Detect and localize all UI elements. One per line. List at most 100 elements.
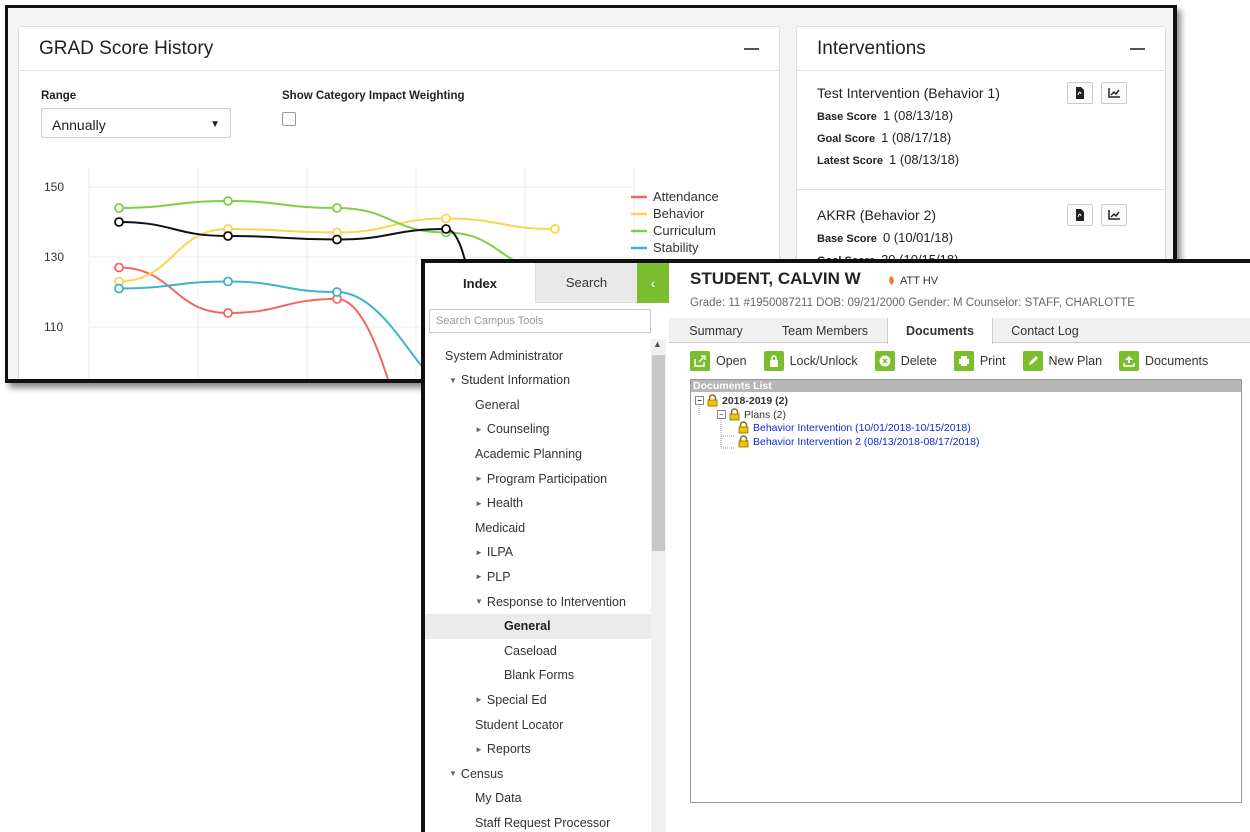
chevron-down-icon: ▼: [210, 119, 220, 130]
caret-right-icon: ►: [475, 547, 483, 557]
chart-icon[interactable]: [1101, 204, 1127, 226]
data-point: [332, 203, 342, 213]
sidebar-item-program-participation[interactable]: ► Program Participation: [425, 466, 651, 491]
open-button[interactable]: Open: [690, 351, 747, 371]
student-meta: Grade: 11 #1950087211 DOB: 09/21/2000 Ge…: [690, 297, 1135, 309]
weighting-label: Show Category Impact Weighting: [282, 90, 465, 102]
alert-icon: [889, 276, 894, 285]
sidebar-item-label: Program Participation: [486, 471, 608, 486]
caret-right-icon: ►: [475, 474, 483, 483]
sidebar-item-label: Staff Request Processor: [475, 815, 611, 830]
collapse-sidebar-button[interactable]: ‹: [637, 263, 669, 303]
data-point: [441, 224, 451, 234]
attendance-badge[interactable]: ATT HV: [885, 275, 938, 287]
tab-summary[interactable]: Summary: [669, 318, 763, 343]
sidebar-item-my-data[interactable]: My Data: [425, 786, 651, 811]
collapse-icon[interactable]: [744, 47, 759, 50]
sidebar-scrollbar[interactable]: ▲: [651, 339, 666, 832]
sidebar-item-caseload[interactable]: Caseload: [425, 638, 651, 663]
sidebar-item-label: System Administrator: [445, 348, 564, 363]
sidebar-item-label: Student Locator: [475, 717, 564, 732]
delete-icon: [874, 351, 895, 371]
sidebar-item-student-locator[interactable]: Student Locator: [425, 712, 651, 737]
foreground-screenshot: Index Search ‹ Search Campus Tools Syste…: [421, 259, 1250, 832]
tab-contact-log[interactable]: Contact Log: [993, 318, 1097, 343]
sidebar-item-label: General: [475, 397, 520, 412]
search-campus-tools-input[interactable]: Search Campus Tools: [429, 309, 651, 333]
sidebar-item-medicaid[interactable]: Medicaid: [425, 515, 651, 540]
legend-label: Behavior: [653, 206, 705, 221]
intervention-name: Test Intervention (Behavior 1): [817, 85, 1000, 101]
data-point: [223, 196, 233, 206]
plans-node[interactable]: − Plans (2): [717, 408, 786, 421]
sidebar-item-blank-forms[interactable]: Blank Forms: [425, 663, 651, 688]
sidebar-item-label: Special Ed: [486, 692, 547, 707]
sidebar-item-label: PLP: [486, 569, 511, 584]
sidebar-item-counseling[interactable]: ► Counseling: [425, 417, 651, 442]
sidebar-item-student-information[interactable]: ▼ Student Information: [425, 368, 651, 393]
legend-label: Stability: [653, 240, 699, 255]
series-line-attendance: [118, 266, 389, 379]
divider: [797, 189, 1167, 190]
sidebar-item-ilpa[interactable]: ► ILPA: [425, 540, 651, 565]
chart-icon[interactable]: [1101, 82, 1127, 104]
sidebar-item-census[interactable]: ▼ Census: [425, 761, 651, 786]
tab-team-members[interactable]: Team Members: [763, 318, 887, 343]
document-link[interactable]: Behavior Intervention 2 (08/13/2018-08/1…: [737, 435, 980, 448]
pencil-icon: [1022, 351, 1043, 371]
scroll-up-icon[interactable]: ▲: [653, 339, 662, 349]
y-tick-label: 110: [44, 320, 63, 334]
sidebar-item-label: Counseling: [486, 422, 550, 437]
data-point: [114, 203, 124, 213]
sidebar-item-label: Medicaid: [475, 520, 526, 535]
data-point: [332, 287, 342, 297]
student-name: STUDENT, CALVIN W: [690, 269, 861, 288]
caret-down-icon: ▼: [475, 597, 483, 606]
data-point: [114, 217, 124, 227]
sidebar-item-response-to-intervention[interactable]: ▼ Response to Intervention: [425, 589, 651, 614]
data-point: [441, 213, 451, 224]
sidebar-item-general[interactable]: General: [425, 613, 651, 639]
caret-down-icon: ▼: [449, 375, 457, 385]
data-point: [332, 234, 342, 245]
print-button[interactable]: Print: [953, 351, 1006, 371]
tab-search[interactable]: Search: [536, 263, 637, 303]
sidebar-item-academic-planning[interactable]: Academic Planning: [425, 441, 651, 466]
range-select[interactable]: Annually ▼: [41, 108, 231, 138]
scrollbar-thumb[interactable]: [652, 355, 665, 551]
collapse-node-icon: −: [695, 396, 704, 405]
document-link[interactable]: Behavior Intervention (10/01/2018-10/15/…: [737, 421, 971, 434]
pdf-icon[interactable]: [1067, 82, 1093, 104]
interventions-title: Interventions: [817, 37, 926, 59]
delete-button[interactable]: Delete: [874, 351, 937, 371]
collapse-icon[interactable]: [1130, 47, 1145, 50]
intervention-item: Test Intervention (Behavior 1) Base Scor…: [817, 82, 1147, 167]
pdf-icon[interactable]: [1067, 204, 1093, 226]
latest-score-row: Latest Score 1 (08/13/18): [817, 152, 960, 167]
sidebar-item-general[interactable]: General: [425, 392, 651, 417]
tab-index[interactable]: Index: [425, 263, 536, 303]
school-year-node[interactable]: − 2018-2019 (2): [695, 394, 788, 407]
sidebar-item-special-ed[interactable]: ► Special Ed: [425, 687, 651, 712]
lock-unlock-button[interactable]: Lock/Unlock: [763, 351, 858, 371]
tab-documents[interactable]: Documents: [887, 318, 993, 344]
goal-score-row: Goal Score 1 (08/17/18): [817, 130, 952, 145]
interventions-header: Interventions: [797, 27, 1165, 71]
documents-upload-button[interactable]: Documents: [1119, 351, 1208, 371]
range-select-value: Annually: [52, 117, 106, 133]
sidebar-item-label: Census: [460, 766, 504, 781]
sidebar-item-system-administrator[interactable]: System Administrator: [425, 343, 651, 368]
weighting-checkbox[interactable]: [282, 112, 296, 126]
sidebar-item-reports[interactable]: ► Reports: [425, 737, 651, 762]
new-plan-button[interactable]: New Plan: [1022, 351, 1102, 371]
data-point: [223, 308, 233, 318]
documents-list-header: Documents List: [691, 380, 1241, 392]
sidebar-item-plp[interactable]: ► PLP: [425, 564, 651, 589]
caret-right-icon: ►: [475, 572, 483, 582]
sidebar-item-staff-request-processor[interactable]: Staff Request Processor: [425, 810, 651, 832]
legend-label: Curriculum: [653, 223, 716, 238]
sidebar-item-label: Academic Planning: [475, 446, 583, 461]
lock-icon: [738, 435, 749, 448]
sidebar-item-health[interactable]: ► Health: [425, 491, 651, 516]
caret-right-icon: ►: [475, 424, 483, 434]
